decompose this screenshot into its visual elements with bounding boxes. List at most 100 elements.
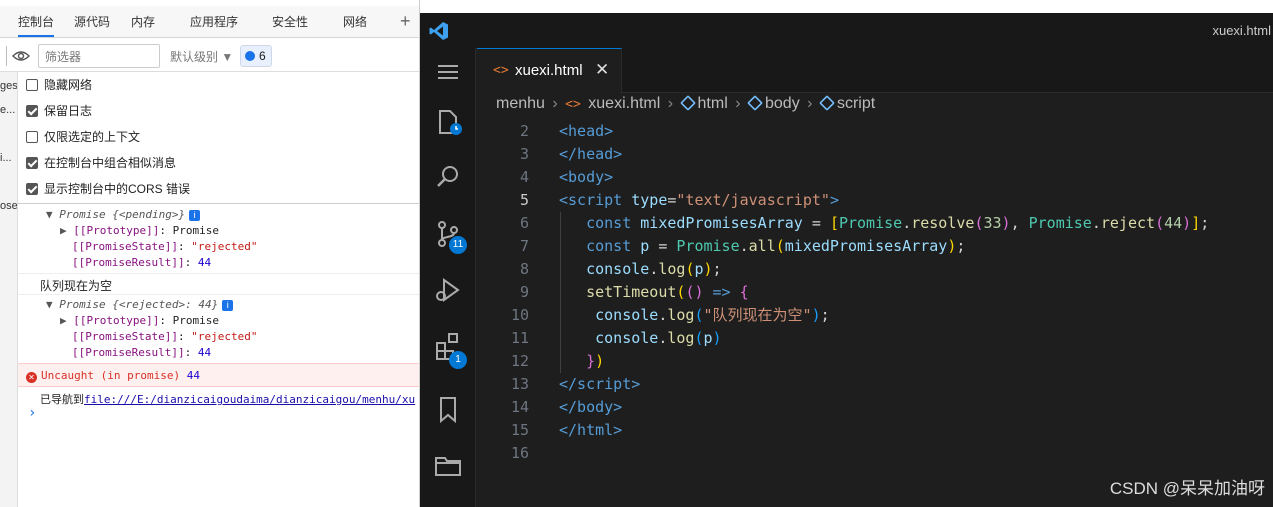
code-text: setTimeout(() => { bbox=[586, 283, 749, 301]
row-divider bbox=[18, 273, 419, 274]
promise-head: Promise {<pending>} bbox=[59, 208, 186, 221]
error-icon: ✕ bbox=[26, 372, 37, 383]
line-number: 13 bbox=[510, 375, 529, 393]
setting-group-similar[interactable]: 在控制台中组合相似消息 bbox=[26, 153, 176, 173]
run-debug-icon[interactable] bbox=[432, 274, 464, 306]
result-row: [[PromiseResult]]: 44 bbox=[72, 256, 212, 269]
search-icon[interactable] bbox=[432, 161, 464, 193]
setting-label: 仅限选定的上下文 bbox=[44, 130, 141, 144]
prop-key: [[PromiseState]] bbox=[72, 240, 178, 253]
code-line: 2 <head> bbox=[477, 120, 1273, 143]
chevron-right-icon: › bbox=[667, 95, 674, 112]
explorer-icon[interactable] bbox=[432, 105, 464, 137]
tab-label: xuexi.html bbox=[515, 62, 583, 79]
element-icon bbox=[747, 95, 763, 111]
sidebar-strip-item[interactable]: i... bbox=[0, 152, 12, 164]
prop-key: [[Prototype]] bbox=[73, 224, 160, 237]
prop-key: [[PromiseResult]] bbox=[72, 256, 185, 269]
console-output: ▼ Promise {<pending>} i ▶ [[Prototype]]: … bbox=[18, 205, 419, 507]
menu-icon[interactable] bbox=[432, 56, 464, 88]
line-number: 9 bbox=[519, 283, 529, 301]
code-text: const p = Promise.all(mixedPromisesArray… bbox=[586, 237, 966, 255]
filter-input[interactable]: 筛选器 bbox=[38, 44, 160, 68]
checkbox[interactable] bbox=[26, 131, 38, 143]
code-text: </html> bbox=[559, 421, 623, 439]
setting-preserve-log[interactable]: 保留日志 bbox=[26, 101, 92, 121]
setting-cors-errors[interactable]: 显示控制台中的CORS 错误 bbox=[26, 179, 190, 199]
tab-network[interactable]: 网络 bbox=[343, 6, 367, 37]
line-number: 12 bbox=[510, 352, 529, 370]
result-row: [[PromiseResult]]: 44 bbox=[72, 346, 212, 359]
prop-value: Promise bbox=[172, 314, 219, 327]
chevron-right-icon: › bbox=[735, 95, 741, 112]
promise-rejected-entry[interactable]: ▼ Promise {<rejected>: 44} i bbox=[46, 298, 234, 311]
code-line-current: 5 <script type="text/javascript"> bbox=[477, 189, 1273, 212]
bookmark-icon[interactable] bbox=[432, 393, 464, 425]
breadcrumb-item[interactable]: menhu bbox=[496, 95, 545, 112]
element-icon bbox=[679, 95, 696, 111]
setting-label: 保留日志 bbox=[44, 104, 93, 118]
log-message: 队列现在为空 bbox=[40, 279, 113, 293]
promise-pending-entry[interactable]: ▼ Promise {<pending>} i bbox=[46, 208, 201, 221]
code-text: }) bbox=[586, 352, 605, 370]
log-levels-dropdown[interactable]: 默认级别 ▼ bbox=[170, 48, 233, 65]
line-number: 10 bbox=[510, 306, 529, 324]
issues-counter-button[interactable]: 6 bbox=[240, 45, 272, 67]
issues-count: 6 bbox=[259, 49, 266, 63]
code-line: 4 <body> bbox=[477, 166, 1273, 189]
tab-sources[interactable]: 源代码 bbox=[74, 6, 110, 37]
tab-console[interactable]: 控制台 bbox=[18, 6, 55, 37]
add-tab-button[interactable]: + bbox=[400, 6, 411, 36]
checkbox[interactable] bbox=[26, 157, 38, 169]
checkbox[interactable] bbox=[26, 183, 38, 195]
close-icon[interactable]: ✕ bbox=[595, 60, 609, 80]
code-editor[interactable]: 2 <head> 3 </head> 4 <body> 5 <script type="… bbox=[477, 118, 1273, 507]
code-line: 7 const p = Promise.all(mixedPromisesArr… bbox=[477, 235, 1273, 258]
eye-icon[interactable] bbox=[12, 49, 30, 63]
tab-memory[interactable]: 内存 bbox=[131, 6, 155, 37]
nav-link[interactable]: file:///E:/dianzicaigoudaima/dianzicaigo… bbox=[84, 393, 415, 406]
console-prompt[interactable]: › bbox=[28, 405, 36, 421]
activity-bar: 11 1 bbox=[420, 48, 476, 507]
tab-application[interactable]: 应用程序 bbox=[190, 6, 238, 37]
setting-label: 在控制台中组合相似消息 bbox=[44, 156, 177, 170]
code-line: 10 console.log("队列现在为空"); bbox=[477, 304, 1273, 327]
checkbox[interactable] bbox=[26, 105, 38, 117]
line-number: 15 bbox=[510, 421, 529, 439]
setting-hide-network[interactable]: 隐藏网络 bbox=[26, 75, 92, 95]
folder-icon[interactable] bbox=[432, 449, 464, 481]
breadcrumb-item[interactable]: body bbox=[765, 95, 800, 112]
checkbox[interactable] bbox=[26, 79, 38, 91]
error-row[interactable]: ✕ Uncaught (in promise) 44 bbox=[18, 363, 419, 387]
chevron-right-icon: › bbox=[552, 95, 558, 112]
info-icon: i bbox=[222, 300, 234, 311]
line-number: 7 bbox=[519, 237, 529, 255]
sidebar-strip-item[interactable]: ges bbox=[0, 80, 17, 92]
breadcrumb-item[interactable]: html bbox=[698, 95, 728, 112]
prototype-row[interactable]: ▶ [[Prototype]]: Promise bbox=[60, 224, 219, 237]
code-line: 13 </script> bbox=[477, 373, 1273, 396]
tab-security[interactable]: 安全性 bbox=[272, 6, 308, 37]
breadcrumb-item[interactable]: script bbox=[837, 95, 875, 112]
code-line: 14 </body> bbox=[477, 396, 1273, 419]
code-text: console.log(p) bbox=[595, 329, 722, 347]
breadcrumb-item[interactable]: xuexi.html bbox=[588, 95, 660, 112]
error-text: Uncaught (in promise) bbox=[41, 369, 181, 382]
line-number: 5 bbox=[519, 191, 529, 209]
editor-tab-xuexi[interactable]: <> xuexi.html ✕ bbox=[477, 48, 622, 93]
setting-selected-context[interactable]: 仅限选定的上下文 bbox=[26, 127, 140, 147]
element-icon bbox=[819, 95, 835, 111]
code-line: 9 setTimeout(() => { bbox=[477, 281, 1273, 304]
html-file-icon: <> bbox=[565, 97, 581, 112]
line-number: 8 bbox=[519, 260, 529, 278]
prop-value: "rejected" bbox=[191, 240, 258, 253]
window-title: xuexi.html bbox=[1212, 23, 1271, 38]
error-value: 44 bbox=[186, 369, 200, 382]
issues-icon bbox=[245, 51, 255, 61]
extensions-badge: 1 bbox=[449, 351, 467, 369]
prop-key: [[PromiseResult]] bbox=[72, 346, 185, 359]
vscode-window: xuexi.html 11 1 <> xuexi.html ✕ menhu › … bbox=[420, 13, 1273, 507]
sidebar-strip-item[interactable]: ose bbox=[0, 200, 17, 212]
prototype-row[interactable]: ▶ [[Prototype]]: Promise bbox=[60, 314, 219, 327]
sidebar-strip-item[interactable]: e... bbox=[0, 104, 15, 116]
